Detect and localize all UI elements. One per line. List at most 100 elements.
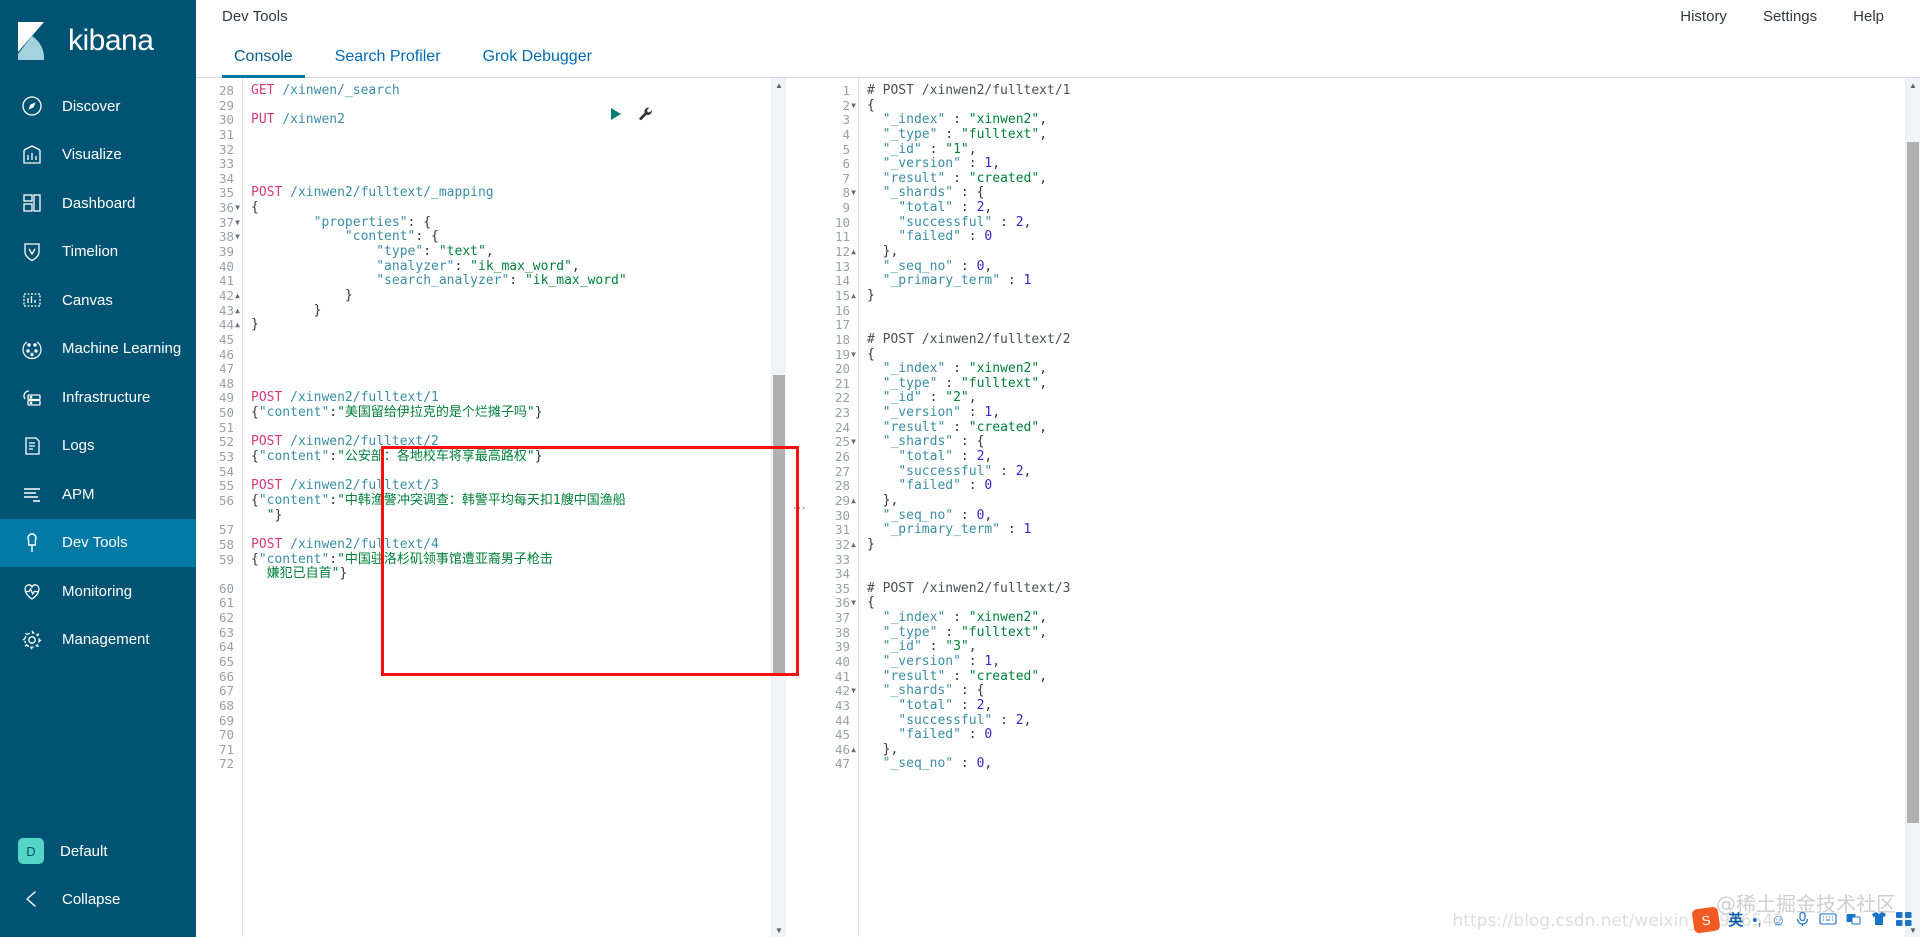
sidebar-item-apm[interactable]: APM [0,470,196,519]
code-token-punct: : [953,507,977,523]
line-number: 72 [196,757,236,772]
code-token-punct: , [992,156,1001,172]
header-link-help[interactable]: Help [1835,8,1902,25]
skin-icon[interactable] [1871,911,1887,929]
line-number-value: 41 [218,273,234,289]
fold-up-icon[interactable]: ▲ [235,289,240,304]
line-number: 46 ▲ [812,742,856,758]
fold-down-icon[interactable]: ▼ [851,99,856,114]
fold-down-icon[interactable]: ▼ [851,435,856,450]
sidebar-item-label: Monitoring [62,582,133,600]
sidebar-item-infrastructure[interactable]: Infrastructure [0,373,196,422]
scroll-down-arrow[interactable]: ▼ [772,923,786,937]
scroll-up-arrow[interactable]: ▲ [1906,78,1920,92]
ime-language-mode-button[interactable]: 英 [1728,913,1743,928]
sidebar-item-dev-tools[interactable]: Dev Tools [0,518,196,567]
code-token-punct: : [329,449,338,465]
code-token-punct: }, [882,244,899,260]
line-number-value: 43 [218,302,234,318]
sidebar-item-timelion[interactable]: Timelion [0,228,196,277]
sidebar-item-logs[interactable]: Logs [0,422,196,471]
sidebar-collapse-button[interactable]: Collapse [0,875,196,923]
line-number-value: 40 [834,653,850,669]
code-token-key: "total" [898,697,954,713]
sidebar-item-monitoring[interactable]: Monitoring [0,567,196,616]
response-editor[interactable]: 1 2 ▼ 3 4 5 6 7 8 ▼ 9 10 11 12 ▲ 13 14 15 ▲ 16 17 18 19 ▼ 20 21 22… [812,78,1905,937]
code-line: "total" : 2, [867,449,1905,465]
pane-resize-divider[interactable]: ⋮ [786,78,812,937]
sidebar-item-discover[interactable]: Discover [0,82,196,131]
fold-up-icon[interactable]: ▲ [235,304,240,319]
kibana-brand[interactable]: kibana [0,0,196,82]
sidebar-space-selector[interactable]: D Default [0,827,196,875]
scrollbar-thumb[interactable] [1907,141,1919,824]
header-link-settings[interactable]: Settings [1745,8,1835,25]
code-token-method: GET [251,83,275,98]
tab-search-profiler[interactable]: Search Profiler [323,49,453,77]
sidebar-item-visualize[interactable]: Visualize [0,131,196,180]
header-link-history[interactable]: History [1662,8,1745,25]
sogou-ime-logo[interactable]: S [1691,906,1721,934]
microphone-icon[interactable] [1795,911,1810,930]
scroll-up-arrow[interactable]: ▲ [772,78,786,92]
fold-down-icon[interactable]: ▼ [851,186,856,201]
fold-down-icon[interactable]: ▼ [235,201,240,216]
request-line-number-gutter: 28 29 30 31 32 33 34 35 36 ▼ 37 ▼ 38 ▼ 39 40 41 42 ▲ 43 ▲ 44 ▲… [196,78,242,937]
wrench-icon[interactable] [638,106,654,122]
code-token-key: "result" [882,170,946,186]
request-editor[interactable]: 28 29 30 31 32 33 34 35 36 ▼ 37 ▼ 38 ▼ 39 40 41 42 ▲ 43 ▲ 44 ▲… [196,78,771,937]
request-code-content[interactable]: GET /xinwen/_search PUT /xinwen2 POST /x… [242,78,771,937]
code-line: POST /xinwen2/fulltext/_mapping [251,186,771,201]
request-editor-scrollbar[interactable]: ▲ ▼ [771,78,786,937]
sidebar-item-canvas[interactable]: Canvas [0,276,196,325]
tab-grok-debugger[interactable]: Grok Debugger [471,49,604,77]
fold-down-icon[interactable]: ▼ [235,230,240,245]
line-number: 37 [812,610,852,626]
fold-down-icon[interactable]: ▼ [851,348,856,363]
ime-punctuation-button[interactable]: •, [1752,913,1761,928]
line-number: 44 ▲ [196,317,240,333]
code-token-punct: } [534,405,543,421]
code-token-punct: , [1023,214,1032,230]
sidebar-item-dashboard[interactable]: Dashboard [0,179,196,228]
fold-down-icon[interactable]: ▼ [851,596,856,611]
code-token-key: "_seq_no" [882,507,954,523]
code-token-key: "_seq_no" [882,756,954,772]
tab-console[interactable]: Console [222,49,305,78]
fold-up-icon[interactable]: ▲ [851,743,856,758]
screenshot-icon[interactable] [1846,912,1862,929]
line-number: 44 [812,713,852,729]
code-line: "total" : 2, [867,697,1905,714]
sidebar-item-machine-learning[interactable]: Machine Learning [0,325,196,374]
fold-up-icon[interactable]: ▲ [235,318,240,333]
line-number: 31 [812,522,852,538]
code-line: PUT /xinwen2 [251,112,771,128]
response-scrollbar[interactable]: ▲ ▼ [1905,78,1920,937]
fold-down-icon[interactable]: ▼ [235,216,240,231]
line-number: 45 [812,727,852,743]
fold-up-icon[interactable]: ▲ [851,538,856,553]
scrollbar-thumb[interactable] [773,374,785,674]
emoji-icon[interactable]: ☺ [1771,913,1786,928]
sidebar-item-management[interactable]: Management [0,616,196,665]
code-token-punct: , [1039,610,1048,626]
resize-grip-icon[interactable]: ⋮ [792,501,807,514]
sidebar-item-label: Logs [62,437,95,455]
line-number-value: 23 [834,405,850,421]
fold-down-icon[interactable]: ▼ [851,684,856,699]
code-token-key: "_type" [882,375,938,391]
fold-up-icon[interactable]: ▲ [851,494,856,509]
fold-up-icon[interactable]: ▲ [851,245,856,260]
sidebar-item-label: Dashboard [62,194,136,212]
play-icon[interactable] [608,106,624,122]
toolbox-icon[interactable] [1896,911,1912,929]
fold-up-icon[interactable]: ▲ [851,289,856,304]
line-number: 48 [196,376,236,392]
soft-keyboard-icon[interactable] [1819,912,1837,929]
